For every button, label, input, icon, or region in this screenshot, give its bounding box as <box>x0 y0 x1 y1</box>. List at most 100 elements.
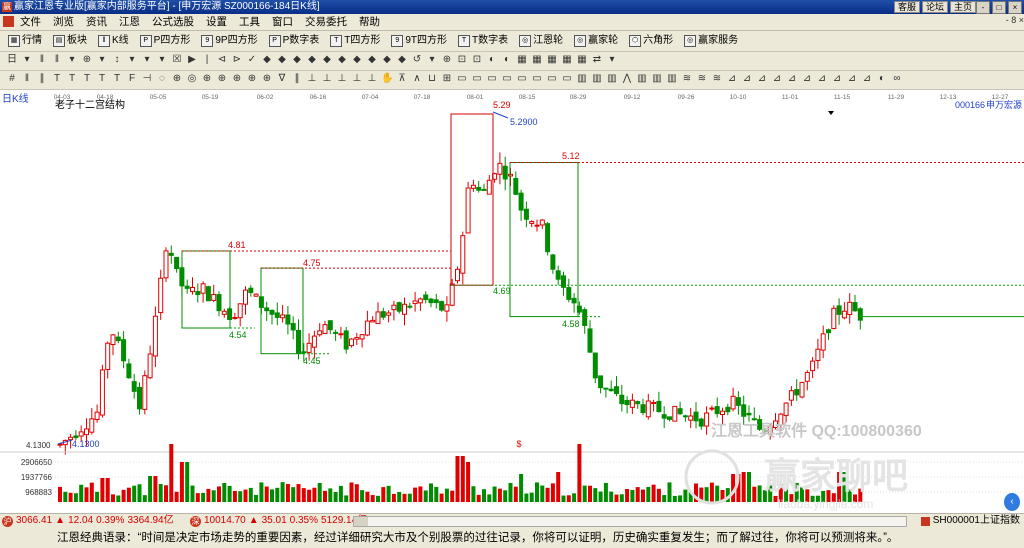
tool-icon[interactable]: | <box>201 54 213 66</box>
tool-icon[interactable]: ◆ <box>336 54 348 66</box>
tool-icon[interactable]: ∇ <box>276 73 288 85</box>
tool-icon[interactable]: ☒ <box>171 54 183 66</box>
maximize-button[interactable]: □ <box>992 1 1006 14</box>
tool-icon[interactable]: ⊿ <box>816 73 828 85</box>
tool-icon[interactable]: ▾ <box>21 54 33 66</box>
tool-icon[interactable]: ∧ <box>411 73 423 85</box>
homepage-link[interactable]: 主页 <box>949 1 976 13</box>
tool-icon[interactable]: ◆ <box>261 54 273 66</box>
tool-icon[interactable]: ⊔ <box>426 73 438 85</box>
tool-icon[interactable]: ◆ <box>396 54 408 66</box>
menu-item-4[interactable]: 公式选股 <box>152 15 194 29</box>
tool-icon[interactable]: ◐ <box>876 73 888 85</box>
tool-icon[interactable]: ⋀ <box>621 73 633 85</box>
tool-icon[interactable]: ▦ <box>576 54 588 66</box>
tool-icon[interactable]: ▥ <box>606 73 618 85</box>
tool-icon[interactable]: ⊿ <box>846 73 858 85</box>
tool-icon[interactable]: ⊥ <box>366 73 378 85</box>
tool-icon[interactable]: ▭ <box>516 73 528 85</box>
tool-icon[interactable]: ◌ <box>156 73 168 85</box>
tool-icon[interactable]: ▾ <box>66 54 78 66</box>
tool-icon[interactable]: 日 <box>6 54 18 66</box>
menu-item-3[interactable]: 江恩 <box>119 15 140 29</box>
menu-item-2[interactable]: 资讯 <box>86 15 107 29</box>
tool-icon[interactable]: F <box>126 73 138 85</box>
tool-icon[interactable]: ⊕ <box>216 73 228 85</box>
tool-icon[interactable]: T <box>96 73 108 85</box>
tool-icon[interactable]: ▭ <box>456 73 468 85</box>
tool-icon[interactable]: ≋ <box>696 73 708 85</box>
tool-icon[interactable]: ⊕ <box>261 73 273 85</box>
tool-icon[interactable]: ▦ <box>531 54 543 66</box>
tool-icon[interactable]: T <box>81 73 93 85</box>
tool-icon[interactable]: ‖ <box>21 73 33 85</box>
tool-icon[interactable]: ▥ <box>651 73 663 85</box>
tool-icon[interactable]: ✋ <box>381 73 393 85</box>
menu-item-7[interactable]: 窗口 <box>272 15 293 29</box>
tool-icon[interactable]: ⊥ <box>351 73 363 85</box>
tool-icon[interactable]: ◆ <box>306 54 318 66</box>
tool-icon[interactable]: ‖ <box>51 54 63 66</box>
toolbar-button-6[interactable]: T T四方形 <box>330 34 380 48</box>
shanghai-index-status[interactable]: 沪 3066.41 ▲ 12.04 0.39% 3364.94亿 <box>2 514 174 528</box>
tool-icon[interactable]: ⊿ <box>831 73 843 85</box>
tool-icon[interactable]: ⊿ <box>771 73 783 85</box>
tool-icon[interactable]: ▭ <box>546 73 558 85</box>
kline-chart-area[interactable]: 日K线 老子十二宫结构 000166 申万宏源 04-03 04-18 05-05 05-19… <box>0 90 1024 512</box>
tool-icon[interactable]: ◎ <box>186 73 198 85</box>
tool-icon[interactable]: T <box>66 73 78 85</box>
tool-icon[interactable]: ▥ <box>636 73 648 85</box>
tool-icon[interactable]: ⊲ <box>216 54 228 66</box>
tool-icon[interactable]: T <box>111 73 123 85</box>
app-menu-icon[interactable] <box>3 16 14 27</box>
tool-icon[interactable]: ▾ <box>156 54 168 66</box>
tool-icon[interactable]: ▥ <box>666 73 678 85</box>
tool-icon[interactable]: ⊿ <box>786 73 798 85</box>
toolbar-button-2[interactable]: ‖ K线 <box>98 34 129 48</box>
tool-icon[interactable]: ▦ <box>516 54 528 66</box>
tool-icon[interactable]: ▾ <box>126 54 138 66</box>
tool-icon[interactable]: ⊕ <box>81 54 93 66</box>
tool-icon[interactable]: ✓ <box>246 54 258 66</box>
horizontal-scrollbar[interactable] <box>353 516 907 527</box>
tool-icon[interactable]: ▦ <box>546 54 558 66</box>
tool-icon[interactable]: ▭ <box>561 73 573 85</box>
mdi-controls[interactable]: - 8 × <box>1006 15 1024 25</box>
toolbar-button-7[interactable]: 9 9T四方形 <box>391 34 447 48</box>
tool-icon[interactable]: ◐ <box>486 54 498 66</box>
tool-icon[interactable]: ∥ <box>291 73 303 85</box>
tool-icon[interactable]: ⊿ <box>756 73 768 85</box>
tool-icon[interactable]: ▾ <box>426 54 438 66</box>
tool-icon[interactable]: T <box>51 73 63 85</box>
menu-item-0[interactable]: 文件 <box>20 15 41 29</box>
tool-icon[interactable]: ⊕ <box>171 73 183 85</box>
tool-icon[interactable]: ◆ <box>291 54 303 66</box>
tool-icon[interactable]: ∥ <box>36 73 48 85</box>
tool-icon[interactable]: ≋ <box>711 73 723 85</box>
toolbar-button-4[interactable]: 9 9P四方形 <box>201 34 258 48</box>
menu-item-1[interactable]: 浏览 <box>53 15 74 29</box>
tool-icon[interactable]: ▭ <box>501 73 513 85</box>
toolbar-button-11[interactable]: ⬡ 六角形 <box>629 34 673 48</box>
tool-icon[interactable]: ⊥ <box>336 73 348 85</box>
tool-icon[interactable]: ⊕ <box>201 73 213 85</box>
tool-icon[interactable]: ⊥ <box>306 73 318 85</box>
menu-item-6[interactable]: 工具 <box>239 15 260 29</box>
kline-chart-svg[interactable]: 日K线老子十二宫结构 000166 申万宏源04-03 04-18 05-05 05-19… <box>0 90 1024 512</box>
tool-icon[interactable]: ▾ <box>606 54 618 66</box>
tool-icon[interactable]: ⊼ <box>396 73 408 85</box>
tool-icon[interactable]: ◐ <box>501 54 513 66</box>
tool-icon[interactable]: ▭ <box>471 73 483 85</box>
shenzhen-index-status[interactable]: 深 10014.70 ▲ 35.01 0.35% 5129.14亿 <box>190 514 367 528</box>
tool-icon[interactable]: ⊡ <box>471 54 483 66</box>
tool-icon[interactable]: ⊕ <box>246 73 258 85</box>
tool-icon[interactable]: ⊡ <box>456 54 468 66</box>
ticker-status[interactable]: SH000001上证指数 <box>920 514 1020 528</box>
tool-icon[interactable]: ⊿ <box>726 73 738 85</box>
tool-icon[interactable]: ⊕ <box>231 73 243 85</box>
tool-icon[interactable]: ≋ <box>681 73 693 85</box>
tool-icon[interactable]: ◆ <box>321 54 333 66</box>
tool-icon[interactable]: ⇄ <box>591 54 603 66</box>
tool-icon[interactable]: ▥ <box>591 73 603 85</box>
tool-icon[interactable]: ◆ <box>276 54 288 66</box>
